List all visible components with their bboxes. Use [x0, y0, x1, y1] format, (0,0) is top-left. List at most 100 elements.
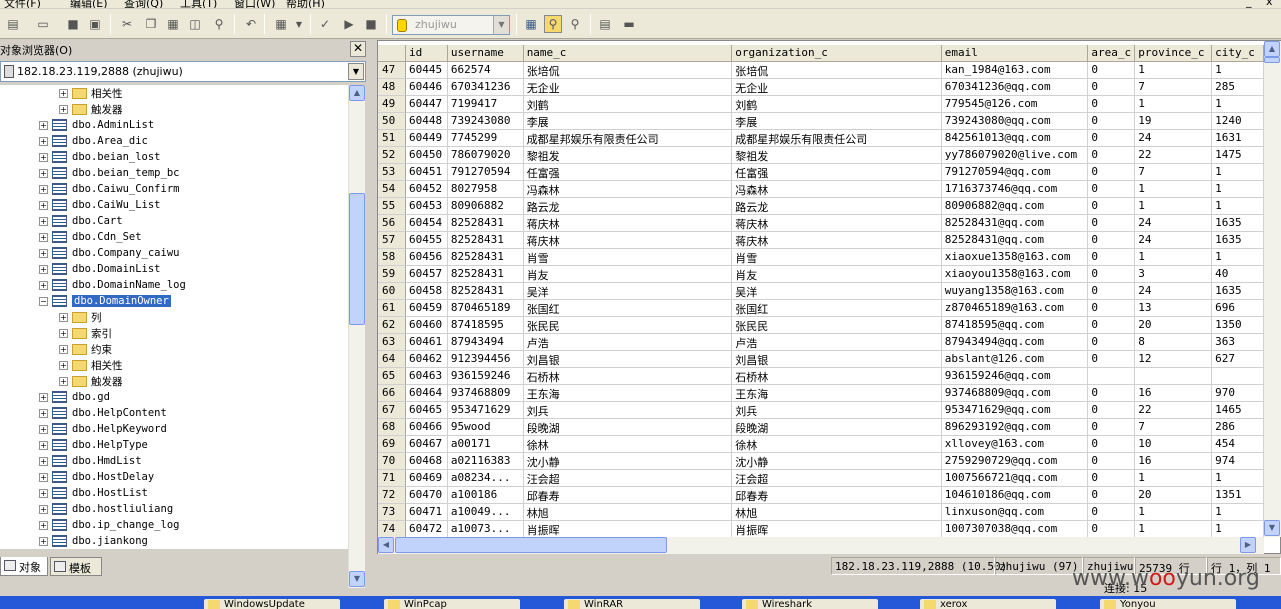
scroll-up-icon[interactable]: ▲ — [1264, 41, 1280, 57]
grid-cell[interactable]: 无企业 — [523, 79, 733, 96]
grid-cell[interactable]: 0 — [1088, 249, 1136, 266]
grid-cell[interactable]: wuyang1358@163.com — [941, 283, 1089, 300]
grid-cell[interactable]: 8 — [1135, 334, 1213, 351]
table-row[interactable]: 73 60471 a10049... 林旭 林旭 linxuson@qq.com 0 1 1 — [378, 504, 1264, 521]
row-number[interactable]: 68 — [378, 419, 406, 436]
grid-cell[interactable]: 0 — [1088, 470, 1136, 487]
table-row[interactable]: 70 60468 a02116383 沈小静 沈小静 2759290729@qq.com 0… — [378, 453, 1264, 470]
grid-cell[interactable]: 林旭 — [523, 504, 733, 521]
tree-table-item[interactable]: + dbo.beian_lost — [39, 149, 161, 165]
grid-cell[interactable]: 8027958 — [447, 181, 524, 198]
table-row[interactable]: 64 60462 912394456 刘昌银 刘昌银 abslant@126.com 0 12… — [378, 351, 1264, 368]
grid-cell[interactable]: 1 — [1135, 521, 1213, 537]
grid-cell[interactable]: 842561013@qq.com — [941, 130, 1089, 147]
grid-cell[interactable]: 0 — [1088, 79, 1136, 96]
grid-cell[interactable]: 0 — [1088, 504, 1136, 521]
expand-icon[interactable]: + — [39, 440, 48, 450]
grid-cell[interactable]: 张国红 — [732, 300, 942, 317]
column-header[interactable]: province_c — [1135, 45, 1213, 62]
grid-cell[interactable]: a10073... — [448, 521, 524, 537]
object-browser-icon[interactable]: ▦ — [522, 15, 540, 33]
grid-cell[interactable]: 李展 — [732, 113, 942, 130]
grid-cell[interactable]: 60450 — [405, 147, 448, 164]
grid-cell[interactable]: 82528431 — [447, 249, 524, 266]
grid-cell[interactable]: 60455 — [405, 232, 448, 249]
table-row[interactable]: 58 60456 82528431 肖雪 肖雪 xiaoxue1358@163.com 0 1… — [378, 249, 1264, 266]
grid-cell[interactable]: 22 — [1135, 147, 1213, 164]
grid-cell[interactable]: 87418595@qq.com — [941, 317, 1089, 334]
grid-cell[interactable]: 60452 — [405, 181, 448, 198]
grid-cell[interactable]: 李展 — [523, 113, 733, 130]
grid-cell[interactable]: 0 — [1088, 266, 1136, 283]
grid-cell[interactable]: 60453 — [405, 198, 448, 215]
row-number[interactable]: 61 — [378, 300, 406, 317]
row-number[interactable]: 63 — [378, 334, 406, 351]
grid-cell[interactable]: 60461 — [405, 334, 448, 351]
grid-cell[interactable]: 60469 — [405, 470, 448, 487]
scroll-down-icon[interactable]: ▼ — [1264, 520, 1280, 536]
row-number[interactable]: 71 — [378, 470, 406, 487]
grid-cell[interactable]: a08234... — [447, 470, 524, 487]
grid-cell[interactable]: xiaoxue1358@163.com — [941, 249, 1089, 266]
grid-cell[interactable]: 13 — [1135, 300, 1213, 317]
table-row[interactable]: 48 60446 670341236 无企业 无企业 670341236@qq.com 0 7… — [378, 79, 1264, 96]
grid-cell[interactable]: 60454 — [405, 215, 448, 232]
grid-cell[interactable]: 7745299 — [447, 130, 524, 147]
expand-icon[interactable]: + — [59, 328, 68, 338]
grid-cell[interactable]: 段晚湖 — [523, 419, 733, 436]
table-row[interactable]: 60 60458 82528431 吴洋 吴洋 wuyang1358@163.com 0 24… — [378, 283, 1264, 300]
grid-cell[interactable]: 912394456 — [447, 351, 524, 368]
grid-cell[interactable]: 1007307038@qq.com — [942, 521, 1089, 537]
table-row[interactable]: 61 60459 870465189 张国红 张国红 z870465189@163.com… — [378, 300, 1264, 317]
grid-cell[interactable]: 60467 — [405, 436, 448, 453]
table-row[interactable]: 67 60465 953471629 刘兵 刘兵 953471629@qq.com 0 22 1… — [378, 402, 1264, 419]
expand-icon[interactable]: + — [39, 536, 48, 546]
cut-icon[interactable]: ✂ — [118, 15, 136, 33]
expand-icon[interactable]: + — [39, 520, 48, 530]
row-number[interactable]: 56 — [378, 215, 406, 232]
grid-cell[interactable]: yy786079020@live.com — [941, 147, 1089, 164]
grid-cell[interactable]: 0 — [1088, 521, 1136, 537]
grid-cell[interactable]: abslant@126.com — [941, 351, 1089, 368]
object-search-icon[interactable]: ⚲ — [544, 15, 562, 33]
expand-icon[interactable]: + — [39, 200, 48, 210]
grid-cell[interactable]: 896293192@qq.com — [941, 419, 1089, 436]
grid-cell[interactable]: 肖友 — [523, 266, 733, 283]
column-header[interactable]: city_c — [1212, 45, 1264, 62]
grid-cell[interactable]: 20 — [1135, 317, 1213, 334]
grid-cell[interactable]: 刘昌银 — [732, 351, 942, 368]
grid-cell[interactable]: a02116383 — [447, 453, 524, 470]
grid-cell[interactable]: 1240 — [1212, 113, 1264, 130]
table-row[interactable]: 57 60455 82528431 蒋庆林 蒋庆林 82528431@qq.com 0 24 1… — [378, 232, 1264, 249]
grid-cell[interactable]: 0 — [1088, 334, 1136, 351]
grid-cell[interactable]: 卢浩 — [732, 334, 942, 351]
grid-cell[interactable]: 1631 — [1212, 130, 1264, 147]
grid-cell[interactable]: 82528431 — [447, 283, 524, 300]
grid-cell[interactable]: 1 — [1135, 470, 1213, 487]
row-number[interactable]: 51 — [378, 130, 406, 147]
grid-cell[interactable]: 1 — [1212, 62, 1264, 79]
grid-cell[interactable]: 汪会超 — [732, 470, 942, 487]
grid-cell[interactable]: 739243080 — [447, 113, 524, 130]
expand-icon[interactable]: + — [39, 504, 48, 514]
row-number[interactable]: 65 — [378, 368, 406, 385]
expand-icon[interactable]: + — [39, 152, 48, 162]
grid-cell[interactable]: 627 — [1212, 351, 1264, 368]
grid-horizontal-scrollbar[interactable]: ◀ ▶ — [378, 537, 1264, 554]
grid-cell[interactable]: 蒋庆林 — [523, 232, 733, 249]
expand-icon[interactable]: + — [39, 392, 48, 402]
grid-cell[interactable]: 60459 — [405, 300, 448, 317]
tree-folder-item[interactable]: + 触发器 — [59, 373, 123, 389]
expand-icon[interactable]: + — [39, 184, 48, 194]
tree-folder-item[interactable]: + 列 — [59, 309, 102, 325]
column-header[interactable]: id — [405, 45, 448, 62]
grid-cell[interactable] — [1212, 368, 1264, 385]
menu-window[interactable]: 窗口(W) — [234, 0, 275, 8]
tab-templates[interactable]: 模板 — [50, 557, 102, 576]
grid-cell[interactable]: 1 — [1212, 504, 1264, 521]
grid-cell[interactable]: 60458 — [405, 283, 448, 300]
grid-cell[interactable]: 670341236@qq.com — [941, 79, 1089, 96]
grid-cell[interactable]: kan_1984@163.com — [941, 62, 1089, 79]
grid-cell[interactable]: 0 — [1088, 130, 1136, 147]
grid-cell[interactable]: 82528431 — [447, 232, 524, 249]
